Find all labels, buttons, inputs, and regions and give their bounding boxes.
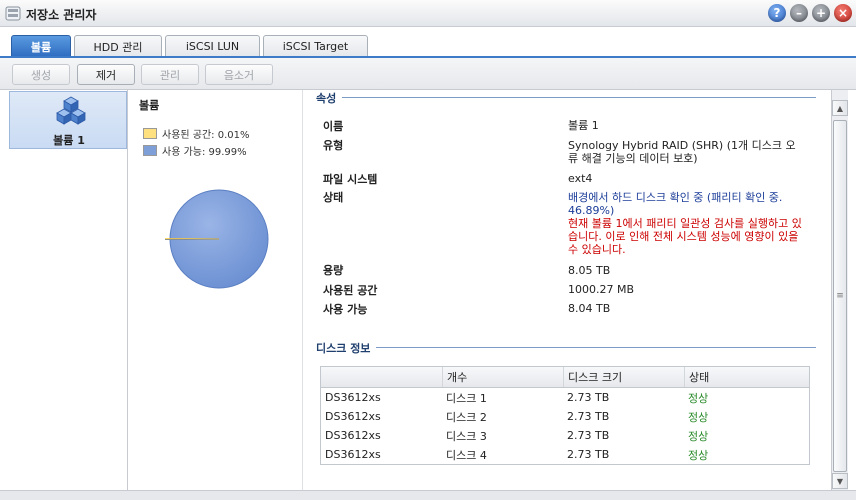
status-value-progress: 배경에서 하드 디스크 확인 중 (패리티 확인 중. 46.89%) xyxy=(568,191,783,217)
available-value: 8.04 TB xyxy=(568,302,611,315)
capacity-label: 용량 xyxy=(323,264,344,277)
title-bar: 저장소 관리자 ? – + × xyxy=(0,0,856,27)
capacity-value: 8.05 TB xyxy=(568,264,611,277)
disk-size: 2.73 TB xyxy=(567,448,610,461)
type-label: 유형 xyxy=(323,139,344,152)
usage-pie-svg xyxy=(164,189,269,289)
disk-size: 2.73 TB xyxy=(567,429,610,442)
properties-section-title: 속성 xyxy=(316,90,343,106)
column-header-disk[interactable]: 개수 xyxy=(442,367,563,387)
minimize-icon[interactable]: – xyxy=(790,4,808,22)
disk-number: 디스크 4 xyxy=(446,448,487,462)
name-value: 볼륨 1 xyxy=(568,119,599,132)
disk-status: 정상 xyxy=(688,448,709,462)
remove-button[interactable]: 음소거 xyxy=(205,64,273,85)
tab-hdd-management[interactable]: HDD 관리 xyxy=(74,35,162,57)
legend-used-label: 사용된 공간: 0.01% xyxy=(162,130,250,141)
disk-model: DS3612xs xyxy=(325,448,381,461)
used-space-label: 사용된 공간 xyxy=(323,284,378,297)
usage-panel: 볼륨 사용된 공간: 0.01% 사용 가능: 99.99% xyxy=(133,90,303,490)
create-button[interactable]: 생성 xyxy=(12,64,70,85)
scroll-up-icon[interactable]: ▲ xyxy=(832,100,848,116)
used-space-value: 1000.27 MB xyxy=(568,283,635,296)
volume-item-label: 볼륨 1 xyxy=(53,134,85,147)
details-panel: 속성 이름 볼륨 1 유형 Synology Hybrid RAID (SHR)… xyxy=(306,90,831,490)
legend-free-swatch xyxy=(143,145,157,156)
tab-iscsi-target[interactable]: iSCSI Target xyxy=(263,35,368,57)
column-header-status[interactable]: 상태 xyxy=(684,367,809,387)
tab-iscsi-lun[interactable]: iSCSI LUN xyxy=(165,35,260,57)
disk-status: 정상 xyxy=(688,391,709,405)
scroll-down-icon[interactable]: ▼ xyxy=(832,473,848,489)
volume-list: 볼륨 1 xyxy=(8,90,128,490)
toolbar: 생성 제거 관리 음소거 xyxy=(0,58,856,90)
name-label: 이름 xyxy=(323,120,344,133)
disk-size: 2.73 TB xyxy=(567,391,610,404)
properties-divider xyxy=(316,97,816,98)
table-row[interactable]: DS3612xs 디스크 1 2.73 TB 정상 xyxy=(321,388,809,407)
bottom-bar xyxy=(0,490,856,500)
filesystem-label: 파일 시스템 xyxy=(323,173,378,186)
storage-manager-icon xyxy=(5,6,21,21)
disk-model: DS3612xs xyxy=(325,410,381,423)
column-header-size[interactable]: 디스크 크기 xyxy=(563,367,684,387)
grip-icon: ≡ xyxy=(836,291,844,301)
close-icon[interactable]: × xyxy=(834,4,852,22)
usage-pie-chart xyxy=(163,189,273,299)
status-value-warning: 현재 볼륨 1에서 패리티 일관성 검사를 실행하고 있습니다. 이로 인해 전… xyxy=(568,217,802,256)
disk-size: 2.73 TB xyxy=(567,410,610,423)
delete-button[interactable]: 제거 xyxy=(77,64,135,85)
disk-number: 디스크 2 xyxy=(446,410,487,424)
table-row[interactable]: DS3612xs 디스크 4 2.73 TB 정상 xyxy=(321,445,809,464)
maximize-icon[interactable]: + xyxy=(812,4,830,22)
manage-button[interactable]: 관리 xyxy=(141,64,199,85)
type-value: Synology Hybrid RAID (SHR) (1개 디스크 오류 해결… xyxy=(568,139,796,165)
scrollbar-thumb[interactable]: ≡ xyxy=(833,120,847,472)
help-icon[interactable]: ? xyxy=(768,4,786,22)
legend-free: 사용 가능: 99.99% xyxy=(143,143,247,158)
filesystem-value: ext4 xyxy=(568,172,593,185)
available-label: 사용 가능 xyxy=(323,303,368,316)
disk-number: 디스크 1 xyxy=(446,391,487,405)
usage-title: 볼륨 xyxy=(139,99,160,112)
disk-status: 정상 xyxy=(688,410,709,424)
table-row[interactable]: DS3612xs 디스크 2 2.73 TB 정상 xyxy=(321,407,809,426)
volume-item[interactable]: 볼륨 1 xyxy=(9,91,127,149)
window-title: 저장소 관리자 xyxy=(26,8,97,22)
tab-strip: 볼륨 HDD 관리 iSCSI LUN iSCSI Target xyxy=(0,27,856,57)
disk-table-header: 개수 디스크 크기 상태 xyxy=(321,367,809,388)
tab-volume[interactable]: 볼륨 xyxy=(11,35,71,57)
status-label: 상태 xyxy=(323,191,344,204)
legend-used-swatch xyxy=(143,128,157,139)
volume-cubes-icon xyxy=(56,96,86,125)
table-row[interactable]: DS3612xs 디스크 3 2.73 TB 정상 xyxy=(321,426,809,445)
disk-status: 정상 xyxy=(688,429,709,443)
disk-table: 개수 디스크 크기 상태 DS3612xs 디스크 1 2.73 TB 정상 D… xyxy=(320,366,810,465)
details-scrollbar[interactable]: ▲ ≡ ▼ xyxy=(831,90,848,490)
disk-model: DS3612xs xyxy=(325,391,381,404)
legend-used: 사용된 공간: 0.01% xyxy=(143,126,250,141)
disk-info-section-title: 디스크 정보 xyxy=(316,340,377,356)
disk-info-divider xyxy=(316,347,816,348)
column-header-model[interactable] xyxy=(321,367,442,387)
window-controls: ? – + × xyxy=(768,4,852,22)
disk-model: DS3612xs xyxy=(325,429,381,442)
disk-number: 디스크 3 xyxy=(446,429,487,443)
legend-free-label: 사용 가능: 99.99% xyxy=(162,147,247,158)
